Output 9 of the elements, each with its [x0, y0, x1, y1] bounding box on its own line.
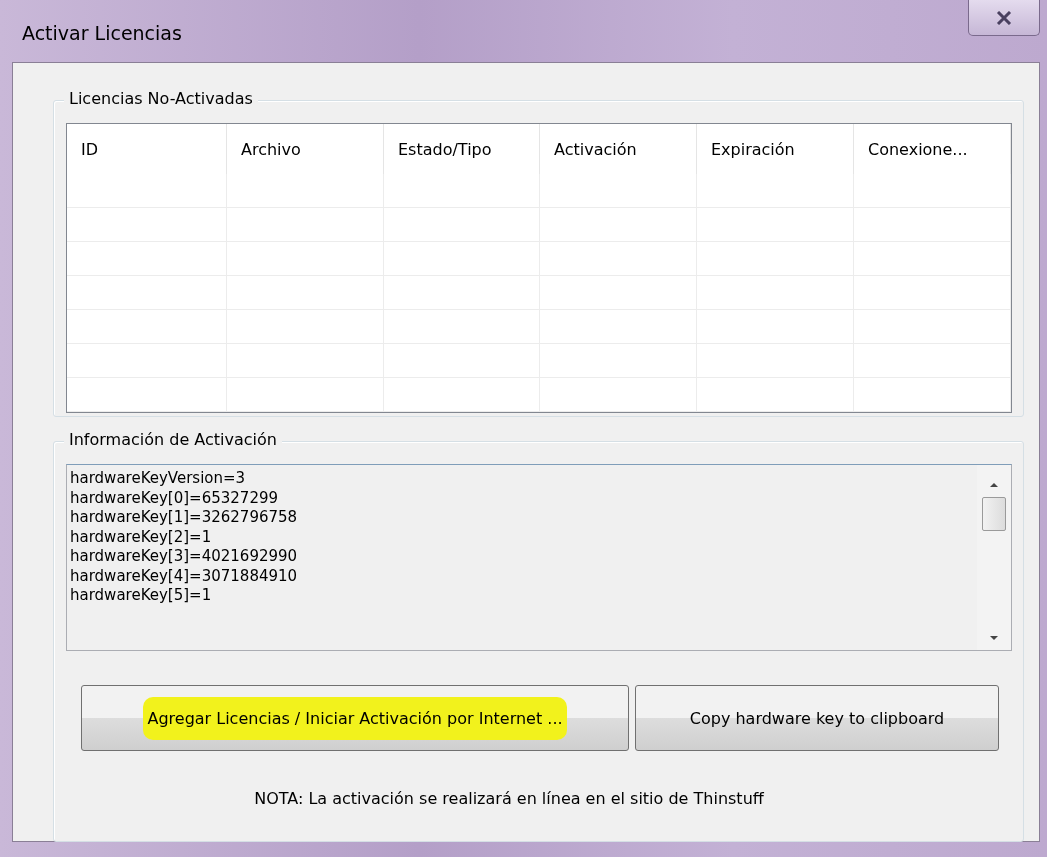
window-title: Activar Licencias — [22, 22, 182, 44]
scroll-thumb[interactable] — [982, 497, 1006, 531]
close-button[interactable] — [968, 0, 1040, 36]
add-licenses-button[interactable]: Agregar Licencias / Iniciar Activación por Internet ... — [81, 685, 629, 751]
scroll-down-icon[interactable] — [988, 634, 1000, 642]
copy-key-button[interactable]: Copy hardware key to clipboard — [635, 685, 999, 751]
note-text: NOTA: La activación se realizará en línea en el sitio de Thinstuff — [253, 789, 765, 808]
close-icon — [996, 10, 1012, 25]
scroll-up-icon[interactable] — [988, 481, 1000, 489]
